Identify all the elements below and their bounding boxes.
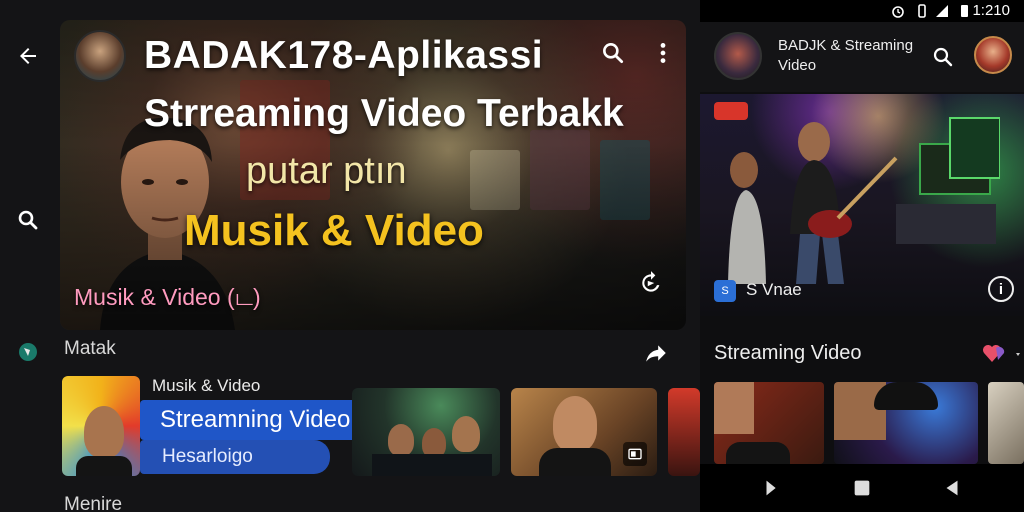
hero-subtitle: Strreaming Video Terbakk [144, 92, 624, 135]
nav-home-button[interactable] [848, 474, 876, 502]
status-time: 1:210 [972, 2, 1010, 19]
info-button[interactable]: i [988, 276, 1014, 302]
featured-video[interactable]: S S Vnae i [700, 94, 1024, 316]
video-card[interactable] [988, 382, 1024, 464]
channel-avatar[interactable] [74, 30, 126, 82]
compass-icon [19, 343, 37, 361]
battery-icon [961, 5, 968, 17]
feature-subtitle: Hesarloigo [162, 446, 253, 467]
back-button[interactable] [10, 38, 46, 74]
search-icon [18, 210, 38, 230]
app-title: BADJK & Streaming Video [778, 37, 914, 74]
app-logo[interactable] [714, 32, 762, 80]
vibrate-icon [918, 4, 926, 18]
rotate-icon [642, 271, 660, 292]
nav-back-icon [946, 480, 958, 496]
video-thumbnail[interactable] [668, 388, 700, 476]
video-thumbnail[interactable] [511, 388, 657, 476]
side-rail [0, 0, 60, 512]
video-card[interactable] [834, 382, 978, 464]
cast-button[interactable] [623, 442, 647, 466]
navigation-bar [700, 464, 1024, 512]
share-icon [646, 345, 666, 362]
featured-label: S Vnae [746, 280, 802, 299]
hero-tagline: putar ptın [246, 150, 407, 192]
hero-title: BADAK178-Aplikassi [144, 34, 544, 77]
more-options-button[interactable] [648, 38, 678, 68]
thumbnail-shirts [372, 454, 492, 476]
channel-badge: S [714, 280, 736, 302]
feature-title: Streamning Video [160, 406, 351, 433]
alarm-icon [892, 6, 904, 18]
section-title: Matak [64, 338, 116, 359]
thumbnail-face [553, 396, 597, 452]
section-title: Menire [64, 494, 123, 512]
signal-icon [936, 5, 948, 17]
app-search-button[interactable] [928, 42, 958, 72]
app-bar: BADJK & Streaming Video [700, 22, 1024, 92]
hero-caption: Musik & Video (ட) [74, 284, 261, 310]
cast-icon [628, 448, 642, 460]
nav-recent-icon [766, 480, 776, 496]
status-bar: 1:210 [700, 0, 1024, 22]
nav-back-button[interactable] [938, 474, 966, 502]
card-shirt [726, 442, 790, 464]
share-button[interactable] [640, 337, 672, 369]
feature-top-label: Musik & Video [152, 376, 261, 395]
nav-recent-button[interactable] [758, 474, 786, 502]
phone-view: 1:210 BADJK & Streaming Video S S Vnae i… [700, 0, 1024, 512]
thumbnail-shirt [539, 448, 611, 476]
back-arrow-icon [20, 48, 36, 64]
featured-video-image [728, 117, 1000, 284]
hero-highlight: Musik & Video [184, 206, 484, 255]
info-icon: i [998, 280, 1004, 298]
thumbnail-face [452, 416, 480, 452]
video-thumbnail[interactable] [62, 376, 140, 476]
thumbnail-shirt [76, 456, 132, 476]
card-logo [774, 386, 818, 416]
thumbnail-face [388, 424, 414, 456]
section-title: Streaming Video [714, 342, 862, 364]
video-thumbnail[interactable] [352, 388, 500, 476]
rail-compass-button[interactable] [10, 334, 46, 370]
rail-search-button[interactable] [10, 202, 46, 238]
user-avatar[interactable] [974, 36, 1012, 74]
app-screen: BADAK178-Aplikassi Strreaming Video Terb… [0, 0, 1024, 512]
hero-search-button[interactable] [598, 38, 628, 68]
search-icon [933, 47, 953, 67]
heart-icon[interactable] [982, 342, 1022, 366]
nav-home-icon [854, 480, 870, 496]
main-view: BADAK178-Aplikassi Strreaming Video Terb… [0, 0, 700, 512]
rotate-button[interactable] [636, 268, 666, 298]
more-vert-icon [660, 43, 666, 63]
video-card[interactable] [714, 382, 824, 464]
thumbnail-face [84, 406, 124, 458]
hero-banner[interactable]: BADAK178-Aplikassi Strreaming Video Terb… [60, 20, 686, 330]
search-icon [603, 43, 624, 64]
card-cap [874, 382, 938, 410]
card-face [714, 382, 754, 434]
